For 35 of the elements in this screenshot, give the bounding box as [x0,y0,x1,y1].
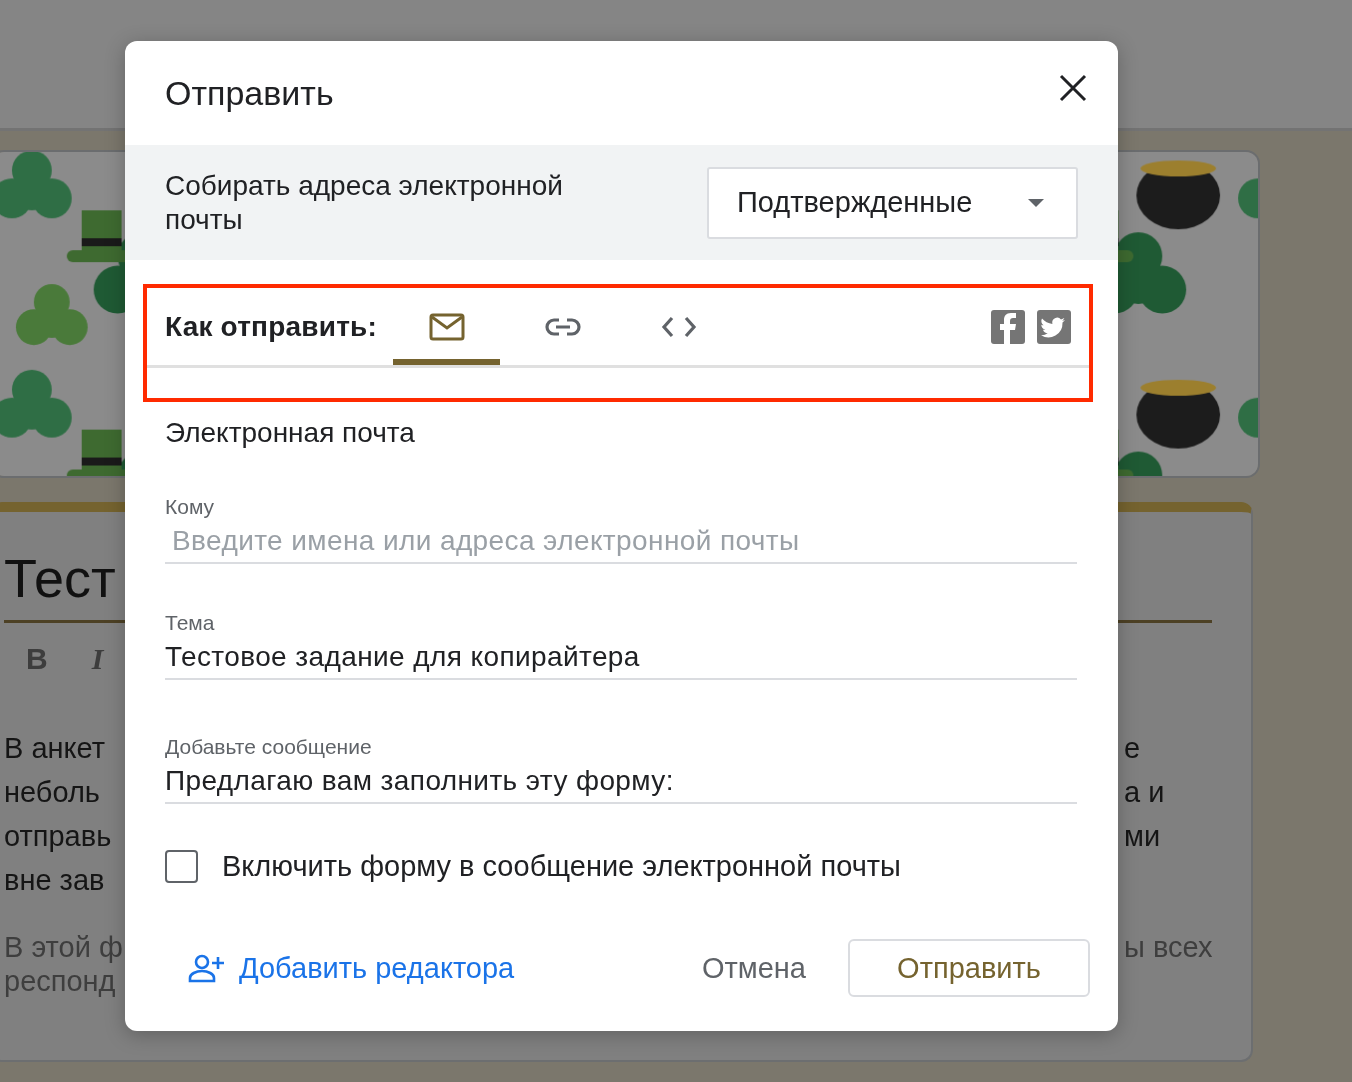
facebook-icon[interactable] [991,309,1025,344]
description-text: вне зав [4,863,105,898]
caret-icon [1028,198,1044,207]
checkbox[interactable] [165,850,198,883]
send-via-label: Как отправить: [164,310,378,343]
note-text: респонд [4,964,116,998]
send-button[interactable]: Отправить [848,939,1090,997]
message-field[interactable]: Предлагаю вам заполнить эту форму: [165,760,1077,804]
description-text: отправь [4,819,112,854]
section-title: Электронная почта [165,416,416,450]
description-text: ми [1124,819,1161,854]
email-collection-dropdown[interactable]: Подтвержденные [707,166,1078,239]
add-person-icon [187,953,225,983]
field-label: Добавьте сообщение [165,734,373,760]
twitter-icon[interactable] [1037,309,1071,344]
collect-emails-label: Собирать адреса электронной почты [165,168,564,237]
checkbox-label: Включить форму в сообщение электронной почты [222,850,901,883]
close-icon[interactable] [1058,73,1088,103]
code-icon [660,315,697,338]
dialog-title: Отправить [165,73,334,113]
form-title: Тест [4,548,116,608]
subject-field[interactable]: Тестовое задание для копирайтера [165,636,1077,680]
cancel-button[interactable]: Отмена [677,941,830,995]
note-text: В этой ф [4,930,123,964]
description-text: а и [1124,775,1165,810]
description-text: неболь [4,775,100,810]
link-icon [544,316,581,337]
field-label: Тема [165,610,216,636]
add-editor-link[interactable]: Добавить редактора [187,951,515,985]
field-label: Кому [165,494,216,520]
description-text: В анкет [4,731,105,766]
recipients-field[interactable]: Введите имена или адреса электронной почты [165,520,1077,564]
description-text: е [1124,731,1141,766]
mail-icon [428,312,465,341]
note-text: ы всех [1124,930,1213,964]
